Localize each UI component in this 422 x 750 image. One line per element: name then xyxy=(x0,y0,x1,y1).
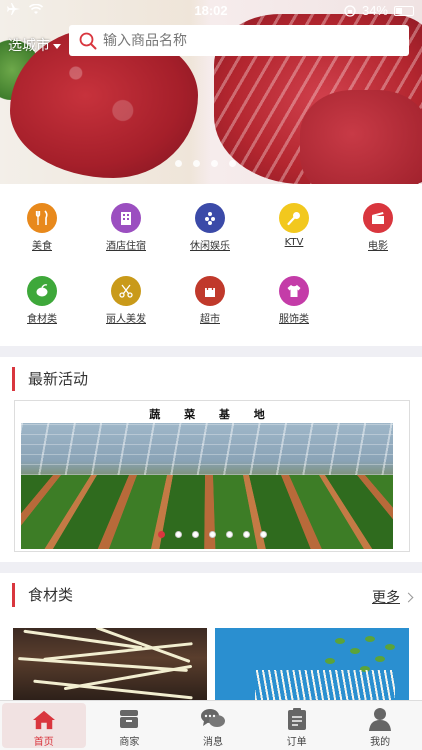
building-icon xyxy=(111,203,141,233)
category-hotel[interactable]: 酒店住宿 xyxy=(84,203,168,252)
pager-dot xyxy=(209,531,216,538)
home-icon xyxy=(32,710,55,730)
microphone-icon xyxy=(279,203,309,233)
tab-messages[interactable]: 消息 xyxy=(171,701,255,750)
tab-profile[interactable]: 我的 xyxy=(338,701,422,750)
pager-dot xyxy=(193,160,200,167)
category-label: 休闲娱乐 xyxy=(190,241,230,252)
pager-dot xyxy=(226,531,233,538)
battery-icon xyxy=(394,5,414,16)
category-grid: 美食 酒店住宿 休闲娱乐 KTV 电影 食材类 丽人美发 超市 服饰类 xyxy=(0,184,422,346)
category-leisure[interactable]: 休闲娱乐 xyxy=(168,203,252,252)
category-ingredients[interactable]: 食材类 xyxy=(0,276,84,325)
pager-dot xyxy=(175,160,182,167)
chat-icon xyxy=(200,709,225,727)
category-label: 超市 xyxy=(200,314,220,325)
category-label: 酒店住宿 xyxy=(106,241,146,252)
category-clothing[interactable]: 服饰类 xyxy=(252,276,336,325)
category-label: 美食 xyxy=(32,241,52,252)
pager-dot-active xyxy=(158,531,165,538)
pager-dot xyxy=(229,160,236,167)
category-supermarket[interactable]: 超市 xyxy=(168,276,252,325)
activity-pager xyxy=(158,531,267,538)
bowling-icon xyxy=(195,203,225,233)
pager-dot xyxy=(260,531,267,538)
user-icon xyxy=(369,708,392,731)
category-food[interactable]: 美食 xyxy=(0,203,84,252)
pager-dot xyxy=(175,531,182,538)
fork-knife-icon xyxy=(27,203,57,233)
bean-sprouts-image[interactable] xyxy=(13,628,207,703)
tshirt-icon xyxy=(279,276,309,306)
tab-orders[interactable]: 订单 xyxy=(255,701,339,750)
hero-pager xyxy=(175,160,236,167)
search-input[interactable] xyxy=(103,32,383,49)
category-label: 电影 xyxy=(368,241,388,252)
tab-label: 消息 xyxy=(202,737,223,748)
beef-image-slice xyxy=(300,90,422,184)
category-label: 食材类 xyxy=(27,314,57,325)
search-box[interactable] xyxy=(69,25,409,56)
tab-label: 订单 xyxy=(286,737,307,748)
latest-activity-section: 最新活动 蔬 菜 基 地 xyxy=(0,357,422,562)
more-label: 更多 xyxy=(372,590,400,606)
category-label: 服饰类 xyxy=(279,314,309,325)
pager-dot xyxy=(192,531,199,538)
pager-dot xyxy=(211,160,218,167)
section-title: 最新活动 xyxy=(12,367,88,391)
shopping-bag-icon xyxy=(195,276,225,306)
category-label: KTV xyxy=(284,237,304,248)
activity-banner[interactable]: 蔬 菜 基 地 xyxy=(14,400,410,552)
more-link[interactable]: 更多 xyxy=(372,587,414,607)
city-label: 选城市 xyxy=(8,38,50,54)
scissors-icon xyxy=(111,276,141,306)
category-beauty[interactable]: 丽人美发 xyxy=(84,276,168,325)
status-bar: 18:02 34% xyxy=(0,0,422,22)
category-ktv[interactable]: KTV xyxy=(252,203,336,248)
tab-label: 商家 xyxy=(119,737,140,748)
clapperboard-icon xyxy=(363,203,393,233)
search-icon xyxy=(79,32,97,49)
city-selector[interactable]: 选城市 xyxy=(8,35,61,55)
caret-down-icon xyxy=(53,44,61,49)
banner-caption: 蔬 菜 基 地 xyxy=(149,408,275,421)
store-icon xyxy=(120,710,139,728)
tab-merchants[interactable]: 商家 xyxy=(88,701,172,750)
pager-dot xyxy=(243,531,250,538)
vegetable-icon xyxy=(27,276,57,306)
tab-label: 我的 xyxy=(370,737,391,748)
lock-rotation-icon xyxy=(344,4,356,17)
section-title: 食材类 xyxy=(12,583,73,607)
pea-shoots-image[interactable] xyxy=(215,628,409,703)
order-icon xyxy=(287,708,306,730)
category-movie[interactable]: 电影 xyxy=(336,203,420,252)
chevron-right-icon xyxy=(403,592,414,602)
tab-label: 首页 xyxy=(33,737,54,748)
ingredients-section: 食材类 更多 xyxy=(0,573,422,703)
tab-bar: 首页 商家 消息 订单 我的 xyxy=(0,700,422,750)
tab-home[interactable]: 首页 xyxy=(2,703,86,748)
category-label: 丽人美发 xyxy=(106,314,146,325)
battery-percent: 34% xyxy=(361,3,388,18)
